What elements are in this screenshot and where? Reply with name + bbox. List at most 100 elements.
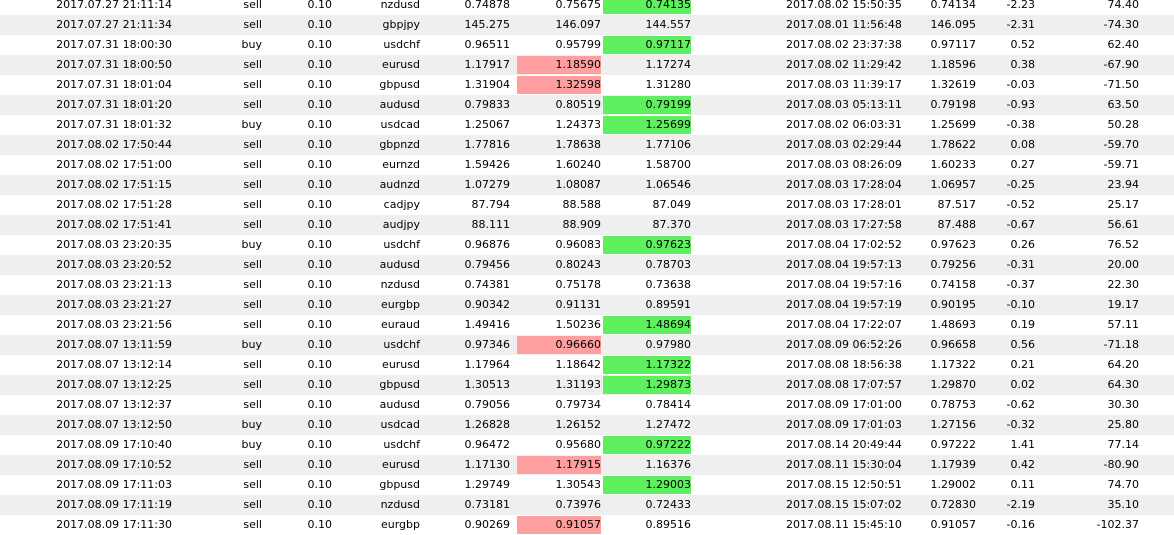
table-row[interactable]: 2017.07.31 18:01:04 sell 0.10 gbpusd 1.31904… [0, 75, 1174, 95]
open-time-cell: 2017.08.03 23:21:27 [56, 298, 172, 311]
symbol-cell: nzdusd [380, 278, 420, 291]
profit-cell: -59.70 [1103, 138, 1139, 151]
symbol-cell: eurusd [382, 458, 420, 471]
table-row[interactable]: 2017.08.03 23:21:27 sell 0.10 eurgbp 0.90342… [0, 295, 1174, 315]
table-row[interactable]: 2017.08.09 17:11:30 sell 0.10 eurgbp 0.90269… [0, 515, 1174, 535]
open-price-cell: 145.275 [464, 18, 511, 31]
swap-cell: 0.56 [1010, 338, 1036, 351]
close-price-cell: 0.74134 [930, 0, 977, 11]
type-cell: sell [243, 0, 262, 11]
open-price-cell: 87.794 [471, 198, 511, 211]
table-row[interactable]: 2017.08.07 13:12:37 sell 0.10 audusd 0.79056… [0, 395, 1174, 415]
table-row[interactable]: 2017.08.09 17:11:19 sell 0.10 nzdusd 0.73181… [0, 495, 1174, 515]
table-row[interactable]: 2017.08.02 17:51:15 sell 0.10 audnzd 1.07279… [0, 175, 1174, 195]
open-time-cell: 2017.08.09 17:11:19 [56, 498, 172, 511]
close-time-cell: 2017.08.03 11:39:17 [786, 78, 902, 91]
close-time-cell: 2017.08.09 17:01:00 [786, 398, 902, 411]
close-time-cell: 2017.08.04 17:22:07 [786, 318, 902, 331]
take-profit-cell: 87.370 [652, 218, 692, 231]
symbol-cell: gbpusd [379, 378, 420, 391]
table-row[interactable]: 2017.07.31 18:00:30 buy 0.10 usdchf 0.96511 0… [0, 35, 1174, 55]
open-price-cell: 0.96472 [464, 438, 511, 451]
close-price-cell: 87.517 [937, 198, 977, 211]
table-row[interactable]: 2017.07.31 18:01:32 buy 0.10 usdcad 1.25067 1… [0, 115, 1174, 135]
symbol-cell: audusd [379, 98, 420, 111]
close-time-cell: 2017.08.02 11:29:42 [786, 58, 902, 71]
table-row[interactable]: 2017.08.02 17:50:44 sell 0.10 gbpnzd 1.77816… [0, 135, 1174, 155]
size-cell: 0.10 [307, 78, 333, 91]
table-row[interactable]: 2017.08.09 17:10:52 sell 0.10 eurusd 1.17130… [0, 455, 1174, 475]
table-row[interactable]: 2017.08.03 23:21:13 sell 0.10 nzdusd 0.74381… [0, 275, 1174, 295]
open-time-cell: 2017.08.02 17:51:41 [56, 218, 172, 231]
table-row[interactable]: 2017.08.07 13:11:59 buy 0.10 usdchf 0.97346 0… [0, 335, 1174, 355]
take-profit-cell: 0.79199 [645, 98, 692, 111]
stop-loss-cell: 1.60240 [555, 158, 602, 171]
open-time-cell: 2017.07.31 18:00:30 [56, 38, 172, 51]
profit-cell: 25.17 [1107, 198, 1140, 211]
type-cell: sell [243, 18, 262, 31]
symbol-cell: cadjpy [383, 198, 420, 211]
open-price-cell: 1.30513 [464, 378, 511, 391]
open-time-cell: 2017.08.03 23:21:56 [56, 318, 172, 331]
stop-loss-cell: 0.96083 [555, 238, 602, 251]
take-profit-cell: 1.31280 [645, 78, 692, 91]
table-row[interactable]: 2017.07.31 18:00:50 sell 0.10 eurusd 1.17917… [0, 55, 1174, 75]
table-row[interactable]: 2017.08.02 17:51:28 sell 0.10 cadjpy 87.794 8… [0, 195, 1174, 215]
size-cell: 0.10 [307, 258, 333, 271]
close-price-cell: 1.25699 [930, 118, 977, 131]
table-row[interactable]: 2017.07.27 21:11:14 sell 0.10 nzdusd 0.74878… [0, 0, 1174, 15]
type-cell: sell [243, 258, 262, 271]
stop-loss-cell: 0.95680 [555, 438, 602, 451]
table-row[interactable]: 2017.08.09 17:10:40 buy 0.10 usdchf 0.96472 0… [0, 435, 1174, 455]
table-row[interactable]: 2017.08.07 13:12:50 buy 0.10 usdcad 1.26828 1… [0, 415, 1174, 435]
table-row[interactable]: 2017.08.07 13:12:14 sell 0.10 eurusd 1.17964… [0, 355, 1174, 375]
symbol-cell: usdchf [383, 38, 420, 51]
open-price-cell: 0.74381 [464, 278, 511, 291]
open-price-cell: 1.59426 [464, 158, 511, 171]
size-cell: 0.10 [307, 278, 333, 291]
type-cell: sell [243, 178, 262, 191]
open-time-cell: 2017.08.03 23:21:13 [56, 278, 172, 291]
profit-cell: -80.90 [1103, 458, 1139, 471]
table-row[interactable]: 2017.08.03 23:20:52 sell 0.10 audusd 0.79456… [0, 255, 1174, 275]
close-time-cell: 2017.08.09 06:52:26 [786, 338, 902, 351]
table-row[interactable]: 2017.08.03 23:20:35 buy 0.10 usdchf 0.96876 0… [0, 235, 1174, 255]
type-cell: sell [243, 138, 262, 151]
profit-cell: 74.70 [1107, 478, 1140, 491]
symbol-cell: usdchf [383, 438, 420, 451]
stop-loss-cell: 0.80519 [555, 98, 602, 111]
size-cell: 0.10 [307, 438, 333, 451]
type-cell: sell [243, 98, 262, 111]
swap-cell: -2.23 [1006, 0, 1035, 11]
type-cell: sell [243, 198, 262, 211]
close-price-cell: 0.97623 [930, 238, 977, 251]
close-time-cell: 2017.08.04 17:02:52 [786, 238, 902, 251]
swap-cell: -0.37 [1006, 278, 1035, 291]
stop-loss-cell: 1.24373 [555, 118, 602, 131]
size-cell: 0.10 [307, 518, 333, 531]
take-profit-cell: 1.29003 [645, 478, 692, 491]
close-price-cell: 0.97222 [930, 438, 977, 451]
close-time-cell: 2017.08.08 17:07:57 [786, 378, 902, 391]
open-time-cell: 2017.08.03 23:20:52 [56, 258, 172, 271]
close-time-cell: 2017.08.03 17:27:58 [786, 218, 902, 231]
symbol-cell: usdchf [383, 238, 420, 251]
table-row[interactable]: 2017.08.02 17:51:41 sell 0.10 audjpy 88.111 8… [0, 215, 1174, 235]
swap-cell: 0.38 [1010, 58, 1036, 71]
table-row[interactable]: 2017.07.27 21:11:34 sell 0.10 gbpjpy 145.275… [0, 15, 1174, 35]
take-profit-cell: 1.17274 [645, 58, 692, 71]
type-cell: buy [241, 418, 262, 431]
take-profit-cell: 1.29873 [645, 378, 692, 391]
open-time-cell: 2017.08.02 17:51:15 [56, 178, 172, 191]
open-price-cell: 1.07279 [464, 178, 511, 191]
table-row[interactable]: 2017.08.03 23:21:56 sell 0.10 euraud 1.49416… [0, 315, 1174, 335]
table-row[interactable]: 2017.08.02 17:51:00 sell 0.10 eurnzd 1.59426… [0, 155, 1174, 175]
swap-cell: 0.02 [1010, 378, 1036, 391]
stop-loss-cell: 0.91057 [555, 518, 602, 531]
symbol-cell: eurusd [382, 58, 420, 71]
swap-cell: 0.21 [1010, 358, 1036, 371]
table-row[interactable]: 2017.08.09 17:11:03 sell 0.10 gbpusd 1.29749… [0, 475, 1174, 495]
take-profit-cell: 0.89516 [645, 518, 692, 531]
table-row[interactable]: 2017.08.07 13:12:25 sell 0.10 gbpusd 1.30513… [0, 375, 1174, 395]
table-row[interactable]: 2017.07.31 18:01:20 sell 0.10 audusd 0.79833… [0, 95, 1174, 115]
